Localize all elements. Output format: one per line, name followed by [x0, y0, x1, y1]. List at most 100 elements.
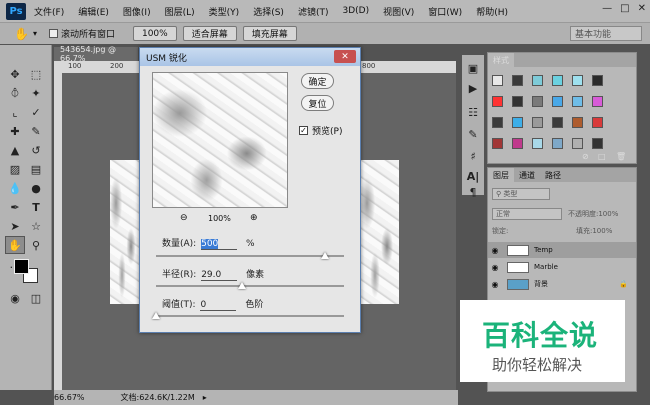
menu-image[interactable]: 图像(I) [123, 5, 151, 18]
style-swatch[interactable] [572, 138, 583, 149]
style-swatch[interactable] [592, 75, 603, 86]
filter-preview[interactable] [152, 72, 288, 208]
zoom-tool-icon[interactable]: ⚲ [26, 236, 46, 254]
clone-source-icon[interactable]: ♯ [463, 147, 483, 165]
scroll-all-windows-checkbox[interactable]: 滚动所有窗口 [48, 27, 115, 40]
menu-help[interactable]: 帮助(H) [476, 5, 508, 18]
style-swatch[interactable] [512, 75, 523, 86]
style-swatch[interactable] [512, 138, 523, 149]
pen-tool-icon[interactable]: ✒ [5, 198, 25, 216]
quick-mask-icon[interactable]: ◉ [5, 289, 25, 307]
style-swatch[interactable] [532, 138, 543, 149]
layer-row[interactable]: ◉ Marble [488, 259, 636, 275]
healing-brush-icon[interactable]: ✚ [5, 122, 25, 140]
radius-field[interactable]: 29.0 [201, 270, 238, 281]
zoom-in-icon[interactable]: ⊕ [250, 213, 258, 223]
reset-button[interactable]: 复位 [301, 95, 334, 111]
marquee-tool-icon[interactable]: ⬚ [26, 65, 46, 83]
menu-edit[interactable]: 编辑(E) [78, 5, 109, 18]
menu-3d[interactable]: 3D(D) [342, 6, 369, 16]
menu-filter[interactable]: 滤镜(T) [298, 5, 329, 18]
crop-tool-icon[interactable]: ⌞ [5, 103, 25, 121]
style-swatch[interactable] [512, 117, 523, 128]
style-swatch[interactable] [572, 117, 583, 128]
blur-tool-icon[interactable]: 💧 [5, 179, 25, 197]
style-swatch[interactable] [512, 96, 523, 107]
shape-tool-icon[interactable]: ☆ [26, 217, 46, 235]
style-swatch[interactable] [492, 75, 503, 86]
path-select-icon[interactable]: ➤ [5, 217, 25, 235]
close-icon[interactable]: ✕ [334, 50, 356, 63]
threshold-slider-track[interactable] [156, 315, 344, 317]
document-tab[interactable]: 543654.jpg @ 66.7% [54, 45, 138, 63]
properties-panel-icon[interactable]: ☷ [463, 103, 483, 121]
checkmark-icon[interactable]: ✓ [299, 126, 308, 135]
style-swatch[interactable] [552, 138, 563, 149]
menu-type[interactable]: 类型(Y) [209, 5, 240, 18]
paragraph-panel-icon[interactable]: ¶ [463, 183, 483, 201]
close-icon[interactable]: ✕ [638, 3, 646, 14]
style-swatch[interactable] [592, 138, 603, 149]
threshold-field[interactable]: 0 [200, 300, 237, 311]
brush-tool-icon[interactable]: ✎ [26, 122, 46, 140]
layer-row[interactable]: ◉ 背景 🔒 [488, 276, 636, 292]
style-swatch[interactable] [552, 117, 563, 128]
preview-checkbox[interactable]: ✓ 预览(P) [299, 124, 342, 137]
fill-screen-button[interactable]: 填充屏幕 [242, 26, 297, 41]
tool-preset-chevron-icon[interactable]: ▾ [33, 29, 37, 38]
eyedropper-icon[interactable]: ✓ [26, 103, 46, 121]
style-swatch[interactable] [592, 117, 603, 128]
status-arrow-icon[interactable]: ▸ [203, 393, 207, 402]
visibility-eye-icon[interactable]: ◉ [488, 246, 502, 255]
threshold-slider-thumb[interactable] [152, 312, 160, 319]
actions-panel-icon[interactable]: ▶ [463, 79, 483, 97]
layer-kind-filter[interactable]: ⚲ 类型 [492, 188, 550, 200]
stamp-tool-icon[interactable]: ▲ [5, 141, 25, 159]
menu-view[interactable]: 视图(V) [383, 5, 414, 18]
style-swatch[interactable] [532, 117, 543, 128]
opacity-field[interactable]: 不透明度:100% [568, 209, 618, 219]
blend-mode-select[interactable]: 正常 [492, 208, 562, 220]
lasso-tool-icon[interactable]: ⦽ [5, 84, 25, 102]
hand-tool-icon[interactable]: ✋ [14, 27, 29, 41]
radius-slider-track[interactable] [156, 285, 344, 287]
status-zoom[interactable]: 66.67% [54, 393, 85, 402]
tab-styles[interactable]: 样式 [488, 53, 514, 67]
ok-button[interactable]: 确定 [301, 73, 334, 89]
amount-field[interactable]: 500 [201, 239, 238, 250]
history-brush-icon[interactable]: ↺ [26, 141, 46, 159]
gradient-tool-icon[interactable]: ▤ [26, 160, 46, 178]
menu-window[interactable]: 窗口(W) [428, 5, 462, 18]
dodge-tool-icon[interactable]: ● [26, 179, 46, 197]
brush-panel-icon[interactable]: ✎ [463, 125, 483, 143]
style-swatch[interactable] [492, 138, 503, 149]
style-swatch[interactable] [592, 96, 603, 107]
style-swatch[interactable] [492, 96, 503, 107]
tab-layers[interactable]: 图层 [488, 168, 514, 182]
style-swatch[interactable] [532, 96, 543, 107]
workspace-select[interactable]: 基本功能 [570, 26, 642, 41]
zoom-out-icon[interactable]: ⊖ [180, 213, 188, 223]
amount-slider-track[interactable] [156, 255, 344, 257]
magic-wand-icon[interactable]: ✦ [26, 84, 46, 102]
style-swatch[interactable] [552, 75, 563, 86]
style-swatch[interactable] [492, 117, 503, 128]
tab-channels[interactable]: 通道 [514, 168, 540, 182]
type-tool-icon[interactable]: T [26, 198, 46, 216]
menu-file[interactable]: 文件(F) [34, 5, 64, 18]
history-panel-icon[interactable]: ▣ [463, 59, 483, 77]
eraser-tool-icon[interactable]: ▨ [5, 160, 25, 178]
visibility-eye-icon[interactable]: ◉ [488, 263, 502, 272]
maximize-icon[interactable]: □ [620, 3, 629, 14]
zoom-100-button[interactable]: 100% [132, 26, 177, 41]
new-style-icon[interactable]: □ [598, 152, 606, 161]
style-swatch[interactable] [572, 96, 583, 107]
style-swatch[interactable] [572, 75, 583, 86]
screen-mode-icon[interactable]: ◫ [26, 289, 46, 307]
foreground-color-top[interactable] [14, 259, 29, 274]
fill-field[interactable]: 填充:100% [576, 226, 612, 236]
radius-slider-thumb[interactable] [238, 282, 247, 289]
amount-slider-thumb[interactable] [321, 252, 330, 259]
menu-layer[interactable]: 图层(L) [165, 5, 195, 18]
tab-paths[interactable]: 路径 [540, 168, 566, 182]
